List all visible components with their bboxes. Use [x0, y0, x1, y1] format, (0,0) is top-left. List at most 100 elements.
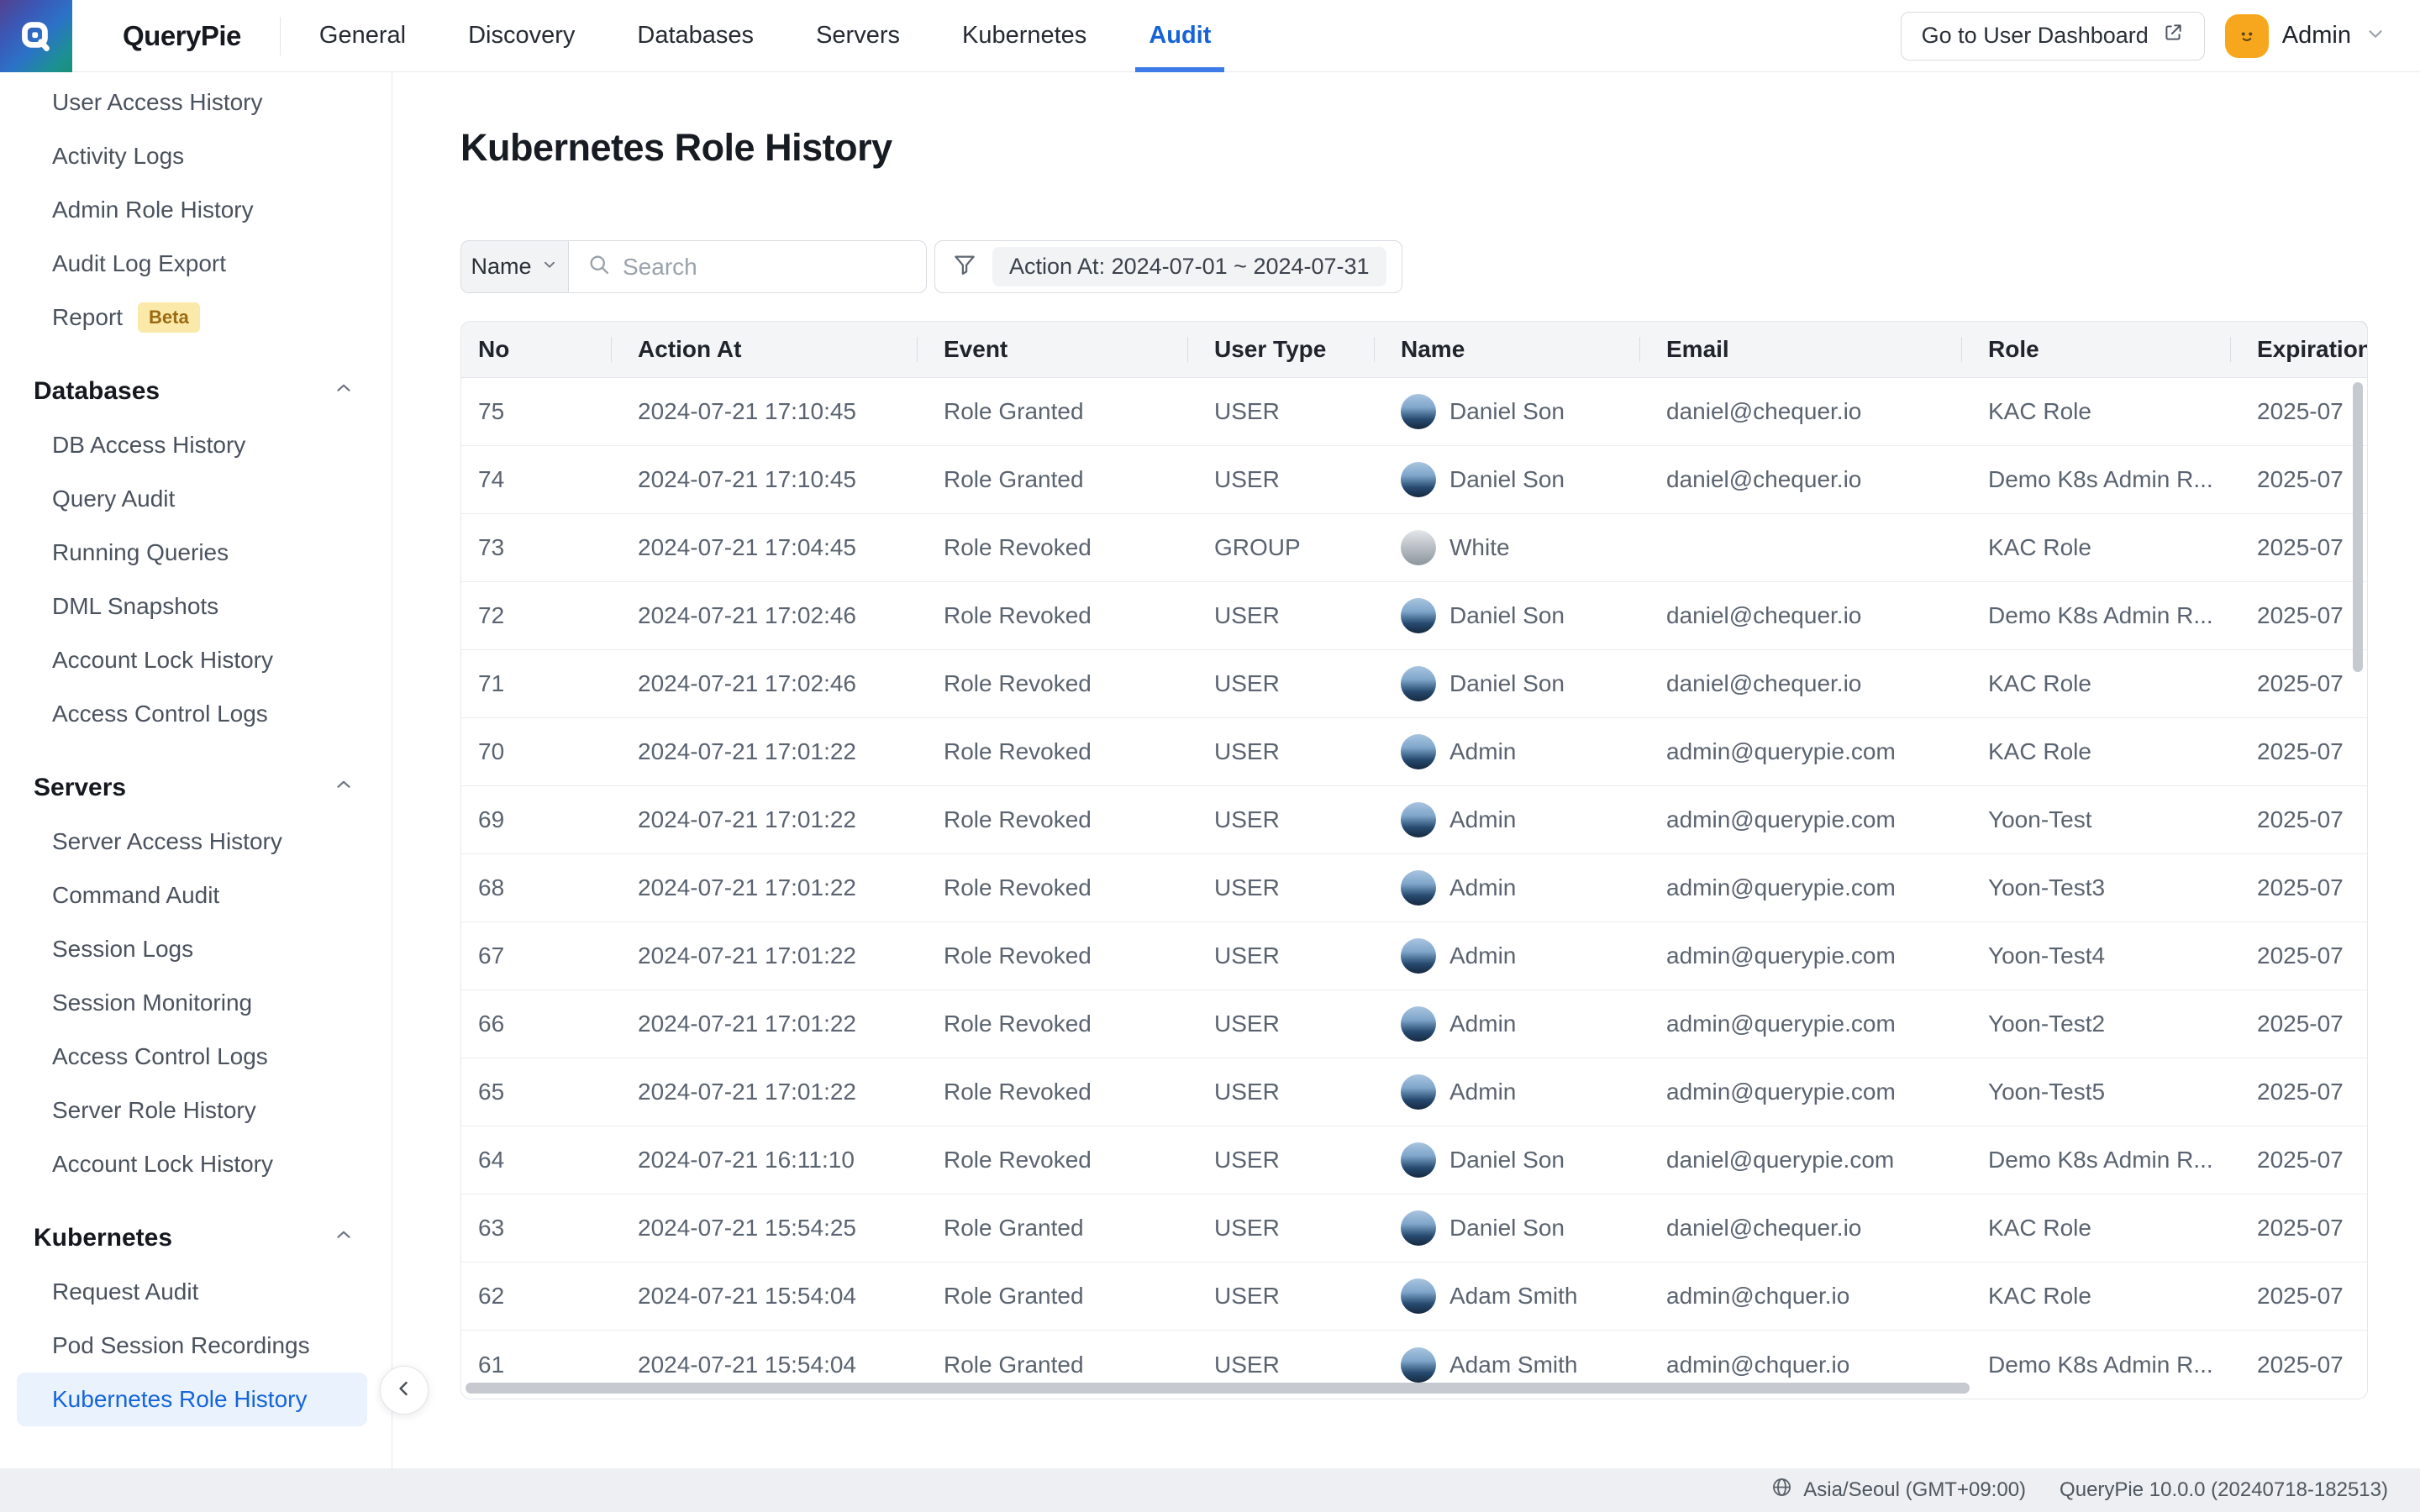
table-row[interactable]: 662024-07-21 17:01:22Role RevokedUSERAdm… — [461, 990, 2367, 1058]
sidebar-item-kubernetes-role-history[interactable]: Kubernetes Role History — [17, 1373, 367, 1426]
sidebar-item-account-lock-history[interactable]: Account Lock History — [17, 1137, 367, 1191]
table-row[interactable]: 752024-07-21 17:10:45Role GrantedUSERDan… — [461, 378, 2367, 446]
brand-name: QueryPie — [123, 20, 241, 52]
cell-name: Admin — [1374, 734, 1639, 769]
sidebar-item-audit-log-export[interactable]: Audit Log Export — [17, 237, 367, 291]
cell-email: admin@chquer.io — [1639, 1283, 1961, 1310]
table-row[interactable]: 692024-07-21 17:01:22Role RevokedUSERAdm… — [461, 786, 2367, 854]
cell-name: Daniel Son — [1374, 598, 1639, 633]
horizontal-scrollbar[interactable] — [466, 1383, 1970, 1394]
sidebar-item-dml-snapshots[interactable]: DML Snapshots — [17, 580, 367, 633]
sidebar-section-kubernetes[interactable]: Kubernetes — [17, 1211, 367, 1265]
cell-event: Role Revoked — [917, 670, 1187, 697]
sidebar-item-query-audit[interactable]: Query Audit — [17, 472, 367, 526]
admin-avatar — [2225, 14, 2269, 58]
cell-expiration: 2025-07 — [2230, 738, 2367, 765]
sidebar-item-label: Request Audit — [52, 1278, 198, 1305]
table-row[interactable]: 732024-07-21 17:04:45Role RevokedGROUPWh… — [461, 514, 2367, 582]
cell-user-type: USER — [1187, 1079, 1374, 1105]
cell-expiration: 2025-07 — [2230, 1352, 2367, 1378]
search-field-selector[interactable]: Name — [461, 241, 569, 292]
sidebar-item-activity-logs[interactable]: Activity Logs — [17, 129, 367, 183]
sidebar-item-label: Activity Logs — [52, 143, 184, 170]
table-row[interactable]: 642024-07-21 16:11:10Role RevokedUSERDan… — [461, 1126, 2367, 1194]
user-name-label: Daniel Son — [1449, 1147, 1565, 1173]
sidebar-item-label: Report — [52, 304, 123, 331]
cell-role: Demo K8s Admin R... — [1961, 602, 2230, 629]
user-name-label: Adam Smith — [1449, 1352, 1578, 1378]
sidebar-section-databases[interactable]: Databases — [17, 365, 367, 418]
cell-role: Yoon-Test — [1961, 806, 2230, 833]
table-row[interactable]: 632024-07-21 15:54:25Role GrantedUSERDan… — [461, 1194, 2367, 1263]
cell-action-at: 2024-07-21 17:10:45 — [611, 398, 917, 425]
cell-action-at: 2024-07-21 17:01:22 — [611, 1011, 917, 1037]
sidebar-item-account-lock-history[interactable]: Account Lock History — [17, 633, 367, 687]
sidebar-item-label: User Access History — [52, 89, 263, 116]
nav-item-discovery[interactable]: Discovery — [468, 0, 575, 72]
sidebar-section-servers[interactable]: Servers — [17, 761, 367, 815]
cell-no: 65 — [461, 1079, 611, 1105]
cell-role: KAC Role — [1961, 738, 2230, 765]
date-filter-button[interactable]: Action At: 2024-07-01 ~ 2024-07-31 — [934, 240, 1402, 293]
user-name-label: Admin — [1449, 1011, 1516, 1037]
sidebar-item-running-queries[interactable]: Running Queries — [17, 526, 367, 580]
cell-expiration: 2025-07 — [2230, 534, 2367, 561]
cell-action-at: 2024-07-21 15:54:25 — [611, 1215, 917, 1242]
sidebar-collapse-button[interactable] — [380, 1366, 429, 1415]
nav-item-databases[interactable]: Databases — [637, 0, 754, 72]
sidebar-item-command-audit[interactable]: Command Audit — [17, 869, 367, 922]
table-row[interactable]: 702024-07-21 17:01:22Role RevokedUSERAdm… — [461, 718, 2367, 786]
cell-name: Adam Smith — [1374, 1278, 1639, 1314]
table-row[interactable]: 712024-07-21 17:02:46Role RevokedUSERDan… — [461, 650, 2367, 718]
cell-user-type: USER — [1187, 398, 1374, 425]
nav-item-servers[interactable]: Servers — [816, 0, 900, 72]
vertical-scrollbar[interactable] — [2353, 382, 2363, 672]
cell-name: Daniel Son — [1374, 1210, 1639, 1246]
sidebar-item-label: DB Access History — [52, 432, 245, 459]
column-header-event: Event — [917, 336, 1187, 363]
search-input[interactable] — [623, 254, 926, 281]
sidebar-item-user-access-history[interactable]: User Access History — [17, 76, 367, 129]
user-avatar — [1401, 734, 1436, 769]
sidebar-item-server-access-history[interactable]: Server Access History — [17, 815, 367, 869]
go-to-user-dashboard-button[interactable]: Go to User Dashboard — [1901, 12, 2205, 60]
sidebar-item-admin-role-history[interactable]: Admin Role History — [17, 183, 367, 237]
table-row[interactable]: 622024-07-21 15:54:04Role GrantedUSERAda… — [461, 1263, 2367, 1331]
table-row[interactable]: 672024-07-21 17:01:22Role RevokedUSERAdm… — [461, 922, 2367, 990]
sidebar-item-label: Server Role History — [52, 1097, 256, 1124]
sidebar-item-request-audit[interactable]: Request Audit — [17, 1265, 367, 1319]
nav-item-general[interactable]: General — [319, 0, 406, 72]
cell-user-type: GROUP — [1187, 534, 1374, 561]
table-row[interactable]: 652024-07-21 17:01:22Role RevokedUSERAdm… — [461, 1058, 2367, 1126]
table-row[interactable]: 682024-07-21 17:01:22Role RevokedUSERAdm… — [461, 854, 2367, 922]
cell-event: Role Granted — [917, 1215, 1187, 1242]
sidebar-item-report[interactable]: ReportBeta — [17, 291, 367, 344]
user-avatar — [1401, 1074, 1436, 1110]
table-row[interactable]: 722024-07-21 17:02:46Role RevokedUSERDan… — [461, 582, 2367, 650]
sidebar-item-access-control-logs[interactable]: Access Control Logs — [17, 1030, 367, 1084]
chevron-down-icon — [2365, 23, 2386, 49]
sidebar-item-label: Access Control Logs — [52, 701, 268, 727]
sidebar-item-session-monitoring[interactable]: Session Monitoring — [17, 976, 367, 1030]
user-menu[interactable]: Admin — [2225, 14, 2386, 58]
sidebar-item-access-control-logs[interactable]: Access Control Logs — [17, 687, 367, 741]
chevron-left-icon — [392, 1376, 417, 1405]
table-row[interactable]: 742024-07-21 17:10:45Role GrantedUSERDan… — [461, 446, 2367, 514]
cell-email: admin@querypie.com — [1639, 1079, 1961, 1105]
sidebar-item-session-logs[interactable]: Session Logs — [17, 922, 367, 976]
sidebar-item-server-role-history[interactable]: Server Role History — [17, 1084, 367, 1137]
user-avatar — [1401, 938, 1436, 974]
sidebar-item-db-access-history[interactable]: DB Access History — [17, 418, 367, 472]
cell-expiration: 2025-07 — [2230, 1147, 2367, 1173]
nav-item-kubernetes[interactable]: Kubernetes — [962, 0, 1086, 72]
external-link-icon — [2162, 22, 2184, 50]
user-name-label: Daniel Son — [1449, 1215, 1565, 1242]
querypie-logo-icon[interactable] — [0, 0, 72, 72]
cell-action-at: 2024-07-21 17:02:46 — [611, 670, 917, 697]
cell-user-type: USER — [1187, 1352, 1374, 1378]
user-name-label: Admin — [1449, 1079, 1516, 1105]
nav-item-audit[interactable]: Audit — [1149, 0, 1211, 72]
cell-action-at: 2024-07-21 17:01:22 — [611, 874, 917, 901]
sidebar-item-pod-session-recordings[interactable]: Pod Session Recordings — [17, 1319, 367, 1373]
page-body: User Access History Activity Logs Admin Ro… — [0, 72, 2420, 1468]
